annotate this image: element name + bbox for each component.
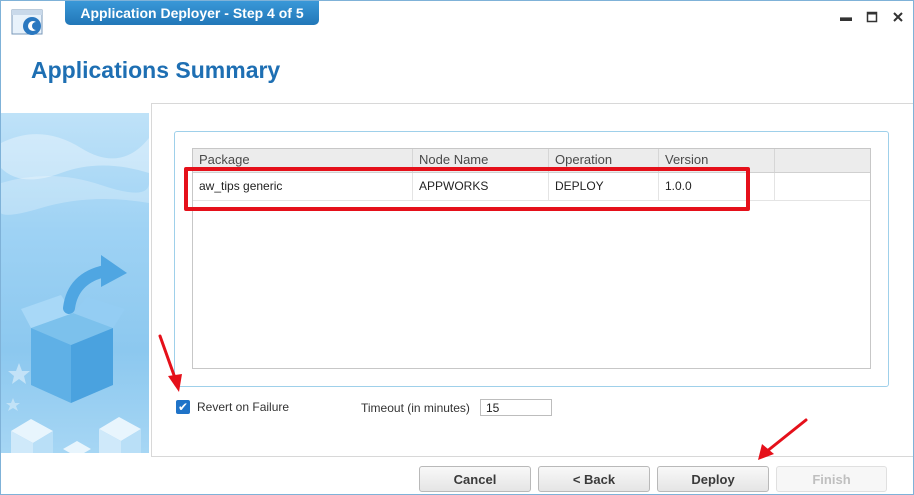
timeout-input[interactable] [480, 399, 552, 416]
finish-button[interactable]: Finish [776, 466, 887, 492]
revert-on-failure-checkbox[interactable]: ✔ [176, 400, 190, 414]
annotation-arrow-icon [758, 418, 808, 460]
wizard-side-illustration [1, 113, 149, 453]
annotation-arrow-icon [158, 334, 182, 392]
deploy-button[interactable]: Deploy [657, 466, 769, 492]
minimize-icon[interactable]: ▬ [837, 9, 855, 25]
maximize-icon[interactable] [863, 9, 881, 25]
application-icon [11, 9, 43, 35]
cancel-button[interactable]: Cancel [419, 466, 531, 492]
timeout-label: Timeout (in minutes) [361, 401, 470, 415]
column-header-filler [775, 149, 870, 172]
close-icon[interactable] [889, 9, 907, 25]
revert-on-failure-label: Revert on Failure [197, 400, 290, 414]
title-bar[interactable]: Application Deployer - Step 4 of 5 ▬ [1, 1, 913, 47]
back-button[interactable]: < Back [538, 466, 650, 492]
page-title: Applications Summary [31, 57, 281, 83]
window-title: Application Deployer - Step 4 of 5 [65, 1, 319, 25]
row-highlight-annotation [184, 167, 750, 211]
